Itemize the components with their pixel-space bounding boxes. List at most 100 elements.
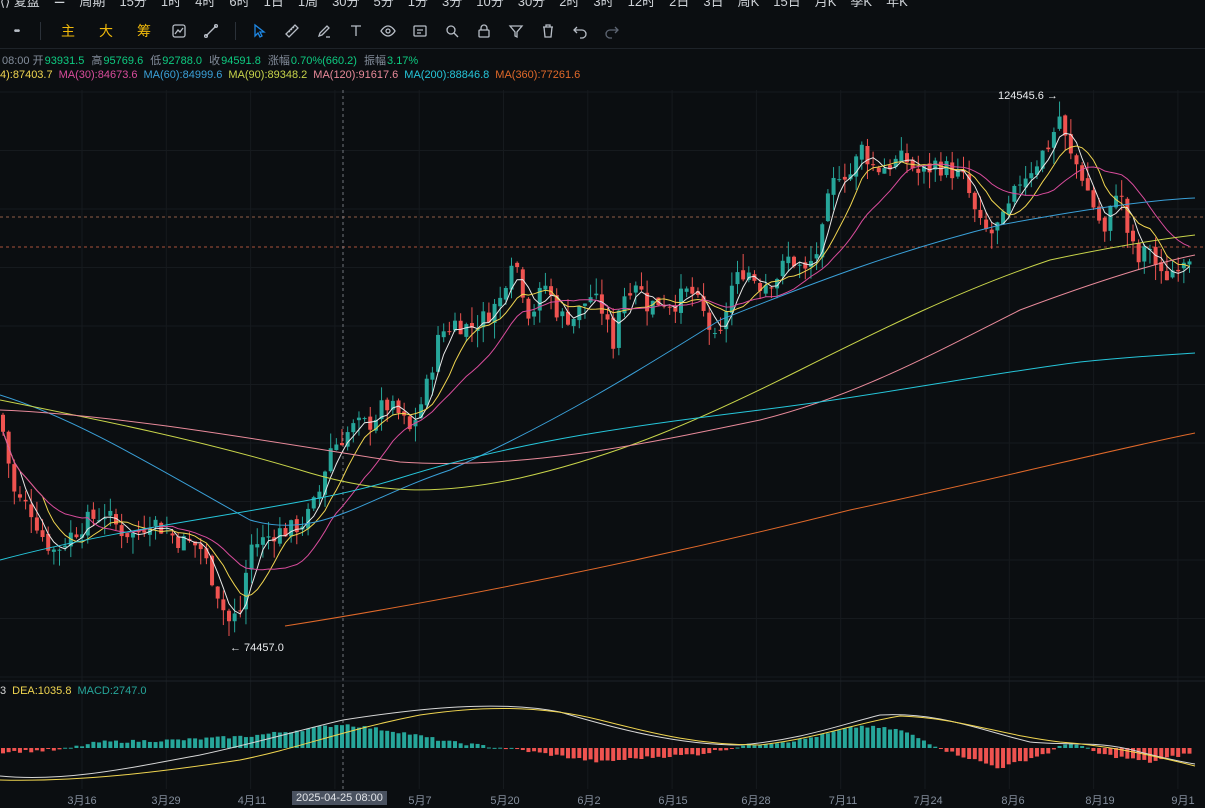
macd-bar-down xyxy=(40,748,45,752)
date-tick-label: 5月20 xyxy=(490,795,520,807)
macd-bar-down xyxy=(605,748,610,761)
macd-bar-up xyxy=(921,740,926,748)
macd-bar-up xyxy=(266,733,271,748)
candle-up xyxy=(633,285,638,293)
candle-up xyxy=(424,378,429,406)
macd-bar-up xyxy=(741,745,746,748)
macd-legend-item: 3 xyxy=(0,685,7,697)
macd-bar-up xyxy=(130,739,135,748)
macd-bar-down xyxy=(622,748,627,760)
macd-bar-down xyxy=(1108,748,1113,755)
macd-bar-down xyxy=(972,748,977,760)
candle-up xyxy=(232,613,237,622)
macd-bar-down xyxy=(582,748,587,761)
macd-bar-up xyxy=(859,725,864,748)
macd-bar-up xyxy=(464,745,469,748)
candle-down xyxy=(639,286,644,290)
macd-bar-up xyxy=(215,736,220,748)
candle-down xyxy=(176,536,181,549)
candle-down xyxy=(972,192,977,210)
macd-bar-up xyxy=(390,731,395,748)
macd-bar-up xyxy=(170,739,175,748)
ma90-line xyxy=(0,234,1196,491)
candle-down xyxy=(950,162,955,179)
macd-bar-down xyxy=(938,748,943,749)
candle-up xyxy=(255,544,260,548)
macd-bar-down xyxy=(515,748,520,750)
macd-bar-up xyxy=(763,744,768,748)
candlestick-chart[interactable] xyxy=(0,0,1205,803)
candle-up xyxy=(63,545,68,548)
candle-down xyxy=(12,464,17,492)
macd-bar-down xyxy=(560,748,565,756)
candle-down xyxy=(1131,230,1135,242)
candle-down xyxy=(368,416,373,430)
macd-bar-down xyxy=(628,748,633,758)
macd-bar-up xyxy=(475,743,480,748)
macd-bar-up xyxy=(402,732,407,748)
macd-bar-down xyxy=(599,748,604,761)
candle-up xyxy=(464,324,469,337)
macd-bar-up xyxy=(97,742,102,748)
macd-bar-up xyxy=(910,734,915,748)
macd-bar-up xyxy=(453,741,457,748)
candle-down xyxy=(215,586,220,599)
macd-bar-down xyxy=(520,748,525,751)
macd-bar-down xyxy=(571,748,576,759)
macd-bar-down xyxy=(679,748,683,755)
macd-bar-up xyxy=(814,737,819,748)
candle-down xyxy=(526,298,531,319)
macd-bar-up xyxy=(108,741,113,748)
candle-down xyxy=(989,229,994,234)
macd-bar-up xyxy=(204,737,209,748)
candle-down xyxy=(385,399,390,411)
candle-down xyxy=(1102,217,1107,232)
date-tick-label: 6月2 xyxy=(577,795,601,807)
macd-bar-up xyxy=(300,731,305,748)
candle-down xyxy=(204,548,209,559)
candle-down xyxy=(23,499,28,502)
macd-bar-up xyxy=(164,739,169,748)
macd-bar-up xyxy=(119,742,124,748)
date-tick-label: 7月11 xyxy=(828,795,858,807)
macd-bar-up xyxy=(786,742,791,748)
candle-down xyxy=(515,262,520,268)
candle-up xyxy=(532,311,537,317)
macd-bar-up xyxy=(260,734,265,748)
macd-bar-down xyxy=(650,748,655,758)
macd-bar-down xyxy=(1164,748,1169,758)
macd-bar-up xyxy=(893,728,898,748)
macd-bar-down xyxy=(554,748,559,755)
candle-up xyxy=(594,293,599,296)
candle-up xyxy=(577,306,582,321)
candle-up xyxy=(441,331,446,338)
macd-bar-down xyxy=(532,748,537,752)
candle-down xyxy=(1074,155,1079,165)
macd-bar-down xyxy=(1170,748,1175,756)
macd-bar-up xyxy=(1074,744,1079,748)
macd-bar-down xyxy=(46,748,51,749)
candle-down xyxy=(701,296,706,311)
candle-down xyxy=(1164,271,1169,281)
macd-bar-up xyxy=(752,745,757,748)
macd-bar-down xyxy=(718,748,723,751)
macd-bar-up xyxy=(803,738,808,748)
macd-bar-up xyxy=(362,726,367,748)
date-tick-label: 6月28 xyxy=(741,795,771,807)
macd-bar-down xyxy=(51,748,56,751)
macd-bar-up xyxy=(899,730,904,748)
macd-bar-up xyxy=(820,733,825,748)
macd-bar-up xyxy=(927,744,932,748)
candle-up xyxy=(266,536,271,538)
candle-up xyxy=(108,510,113,516)
macd-bar-down xyxy=(503,748,508,750)
macd-bar-up xyxy=(221,736,226,748)
macd-bar-up xyxy=(311,727,316,748)
candle-down xyxy=(718,329,723,331)
candle-down xyxy=(142,530,147,533)
macd-bar-up xyxy=(792,741,796,748)
macd-bar-down xyxy=(17,748,22,753)
macd-bar-down xyxy=(673,748,678,755)
macd-bar-up xyxy=(413,734,418,748)
candle-down xyxy=(170,533,175,536)
